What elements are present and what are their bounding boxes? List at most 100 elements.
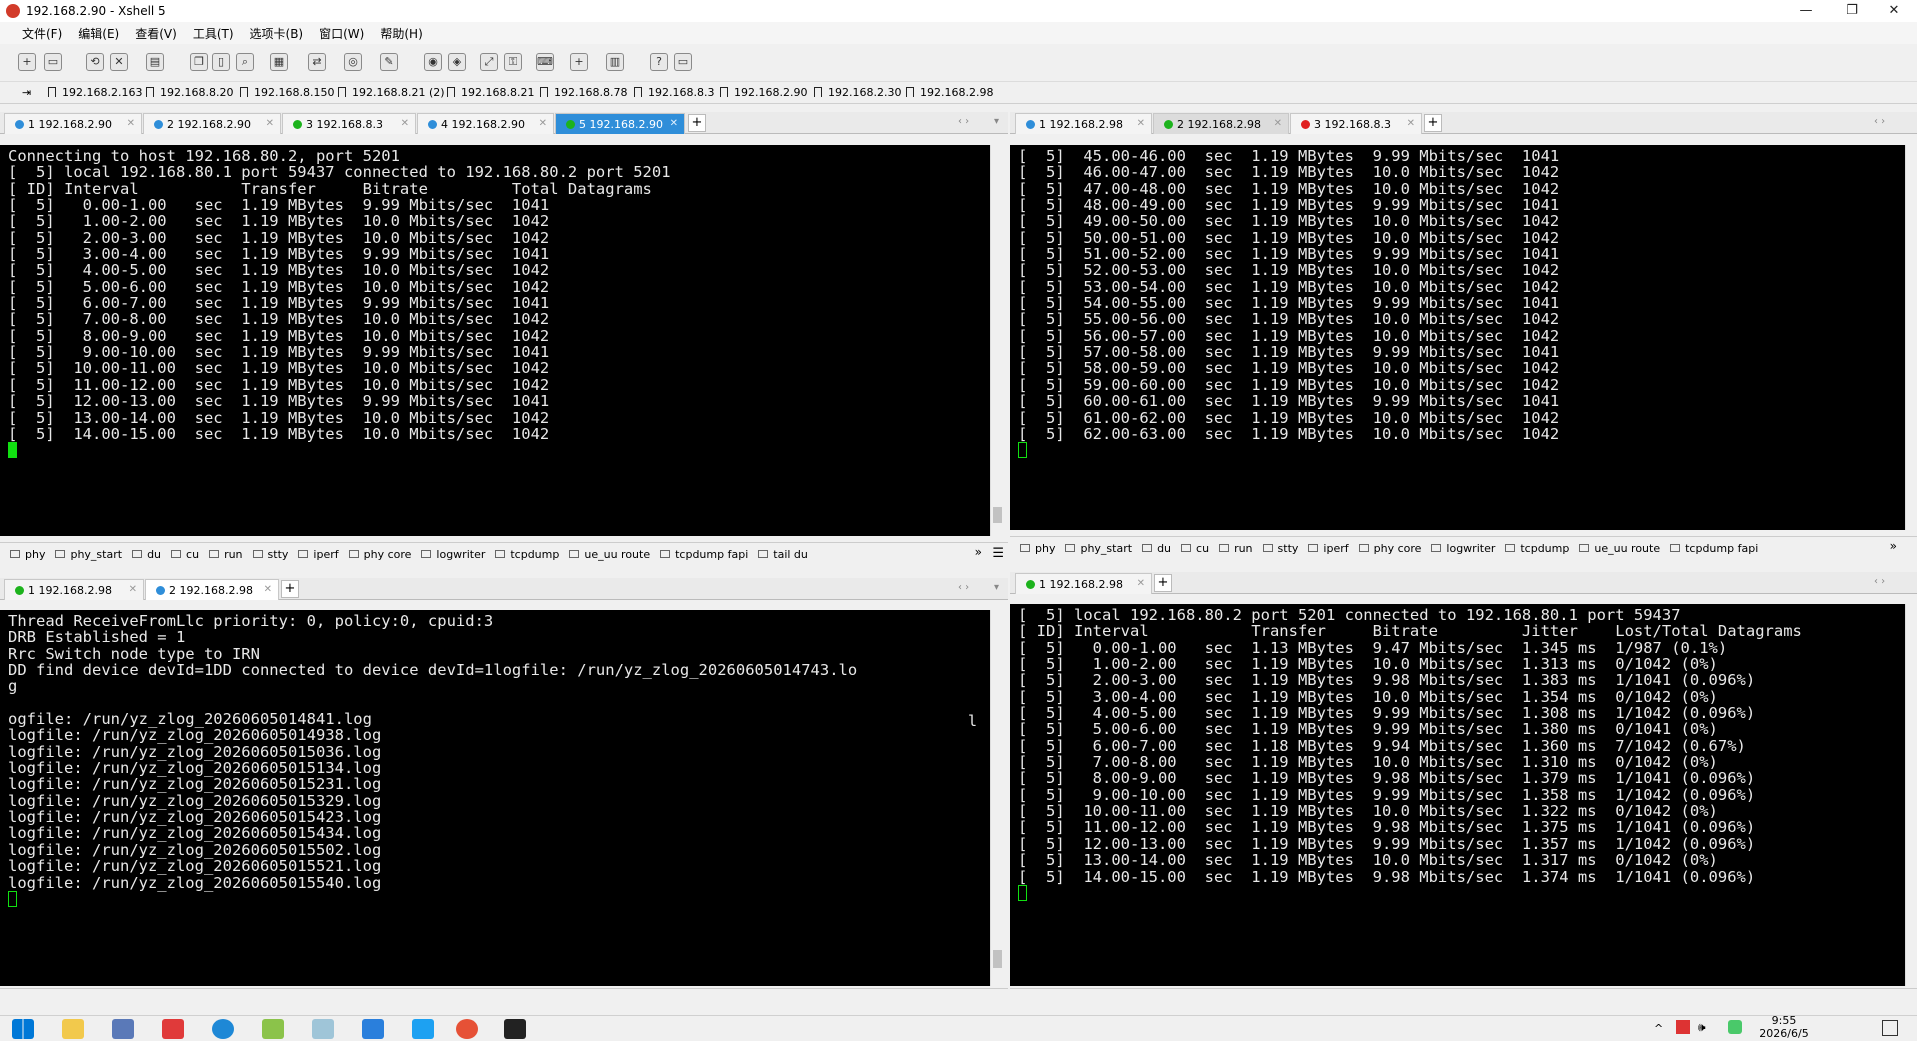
terminal-top-right[interactable]: [ 5] 45.00-46.00 sec 1.19 MBytes 9.99 Mb…	[1010, 145, 1905, 530]
quick-command-button[interactable]: du	[132, 548, 161, 561]
globe-icon[interactable]: ◎	[344, 53, 362, 71]
quick-command-button[interactable]: iperf	[1308, 542, 1349, 555]
tab-scroll-arrows-icon[interactable]: ‹ ›	[958, 582, 969, 593]
quick-command-button[interactable]: phy	[10, 548, 45, 561]
minimize-button[interactable]: —	[1783, 0, 1829, 22]
wechat-icon[interactable]	[1728, 1020, 1742, 1034]
tab-session[interactable]: 2 192.168.2.90 ✕	[143, 113, 281, 134]
tab-session[interactable]: 1 192.168.2.98 ✕	[4, 579, 144, 600]
tab-session-active[interactable]: 5 192.168.2.90 ✕	[555, 113, 685, 134]
menu-tabs[interactable]: 选项卡(B)	[242, 22, 312, 44]
help-icon[interactable]: ?	[650, 53, 668, 71]
menu-window[interactable]: 窗口(W)	[311, 22, 372, 44]
file-explorer-icon[interactable]	[62, 1019, 84, 1039]
menu-file[interactable]: 文件(F)	[14, 22, 70, 44]
link-item[interactable]: 192.168.2.98	[906, 86, 993, 99]
properties-icon[interactable]: ▤	[146, 53, 164, 71]
tab-session-active[interactable]: 1 192.168.2.98 ✕	[1015, 573, 1152, 594]
fullscreen-icon[interactable]: ⤢	[480, 53, 498, 71]
feishu-icon[interactable]	[362, 1019, 384, 1039]
network-app-icon[interactable]	[112, 1019, 134, 1039]
lock-icon[interactable]: ⚿	[504, 53, 522, 71]
quick-command-button[interactable]: logwriter	[421, 548, 485, 561]
link-item[interactable]: 192.168.8.150	[240, 86, 334, 99]
link-item[interactable]: 192.168.2.163	[48, 86, 142, 99]
scroll-thumb[interactable]	[993, 507, 1002, 523]
quick-command-button[interactable]: phy core	[1358, 542, 1421, 555]
quick-command-button[interactable]: phy_start	[55, 548, 122, 561]
copy-icon[interactable]: ❐	[190, 53, 208, 71]
quick-command-button[interactable]: phy_start	[1065, 542, 1132, 555]
tab-scroll-arrows-icon[interactable]: ‹ ›	[1874, 116, 1885, 127]
tab-session-active[interactable]: 2 192.168.2.98 ✕	[145, 579, 279, 600]
clock-time[interactable]: 9:55	[1754, 1014, 1814, 1027]
quick-command-button[interactable]: ue_uu route	[569, 548, 650, 561]
add-tab-button[interactable]: +	[281, 580, 299, 598]
windows-start-icon[interactable]	[12, 1019, 34, 1039]
quick-command-button[interactable]: tcpdump fapi	[1670, 542, 1758, 555]
link-item[interactable]: 192.168.2.30	[814, 86, 901, 99]
link-item[interactable]: 192.168.8.21 (2)	[338, 86, 445, 99]
hamburger-menu-icon[interactable]: ☰	[992, 546, 1004, 561]
add-tab-button[interactable]: +	[688, 114, 706, 132]
xftp-icon[interactable]: ◉	[424, 53, 442, 71]
quick-command-button[interactable]: logwriter	[1431, 542, 1495, 555]
terminal-bottom-left[interactable]: Thread ReceiveFromLlc priority: 0, polic…	[0, 610, 990, 986]
edge-icon[interactable]	[212, 1019, 234, 1039]
connect-icon[interactable]: ⟲	[86, 53, 104, 71]
close-tab-icon[interactable]: ✕	[1137, 118, 1145, 129]
terminal-top-left[interactable]: Connecting to host 192.168.80.2, port 52…	[0, 145, 990, 536]
close-tab-icon[interactable]: ✕	[127, 118, 135, 129]
quick-command-button[interactable]: tcpdump fapi	[660, 548, 748, 561]
quick-command-button[interactable]: tcpdump	[495, 548, 559, 561]
script-icon[interactable]: ✎	[380, 53, 398, 71]
tab-scroll-arrows-icon[interactable]: ‹ ›	[958, 116, 969, 127]
scrollbar-bottom-left[interactable]	[990, 610, 1004, 986]
notification-icon[interactable]	[1882, 1020, 1898, 1036]
close-tab-icon[interactable]: ✕	[129, 584, 137, 595]
clock-date[interactable]: 2026/6/5	[1754, 1027, 1814, 1040]
chat-icon[interactable]: ▭	[674, 53, 692, 71]
close-button[interactable]: ✕	[1871, 0, 1917, 22]
tab-session[interactable]: 4 192.168.2.90 ✕	[417, 113, 554, 134]
terminal-taskbar-icon[interactable]	[504, 1019, 526, 1039]
tab-session[interactable]: 1 192.168.2.98 ✕	[1015, 113, 1152, 134]
close-tab-icon[interactable]: ✕	[1137, 578, 1145, 589]
layout-icon[interactable]: ▥	[606, 53, 624, 71]
close-tab-icon[interactable]: ✕	[1274, 118, 1282, 129]
close-tab-icon[interactable]: ✕	[670, 118, 678, 129]
quick-command-button[interactable]: cu	[171, 548, 199, 561]
quick-command-button[interactable]: run	[1219, 542, 1253, 555]
link-item[interactable]: 192.168.8.3	[634, 86, 714, 99]
terminal-bottom-right[interactable]: [ 5] local 192.168.80.2 port 5201 connec…	[1010, 604, 1905, 986]
scrollbar-bottom-right[interactable]	[1905, 604, 1917, 986]
transfer-icon[interactable]: ⇄	[308, 53, 326, 71]
maximize-button[interactable]: ❐	[1829, 0, 1875, 22]
xshell-taskbar-icon[interactable]	[456, 1019, 478, 1039]
quick-command-button[interactable]: phy core	[348, 548, 411, 561]
quick-command-button[interactable]: stty	[1262, 542, 1298, 555]
wps-icon[interactable]	[162, 1019, 184, 1039]
quick-command-button[interactable]: tcpdump	[1505, 542, 1569, 555]
tab-scroll-arrows-icon[interactable]: ‹ ›	[1874, 576, 1885, 587]
add-tab-icon[interactable]: +	[570, 53, 588, 71]
quick-command-button[interactable]: tail du	[758, 548, 808, 561]
quick-command-button[interactable]: phy	[1020, 542, 1055, 555]
close-tab-icon[interactable]: ✕	[1407, 118, 1415, 129]
quick-command-button[interactable]: stty	[252, 548, 288, 561]
more-commands-icon[interactable]: »	[975, 545, 982, 559]
link-item[interactable]: 192.168.8.21	[447, 86, 534, 99]
close-tab-icon[interactable]: ✕	[266, 118, 274, 129]
quick-command-button[interactable]: ue_uu route	[1579, 542, 1660, 555]
tab-session[interactable]: 3 192.168.8.3 ✕	[282, 113, 416, 134]
add-tab-button[interactable]: +	[1424, 114, 1442, 132]
link-item[interactable]: 192.168.2.90	[720, 86, 807, 99]
find-icon[interactable]: ⌕	[236, 53, 254, 71]
close-tab-icon[interactable]: ✕	[264, 584, 272, 595]
volume-icon[interactable]: 🕪	[1698, 1020, 1706, 1035]
tray-up-arrow-icon[interactable]: ^	[1654, 1022, 1663, 1035]
menu-edit[interactable]: 编辑(E)	[70, 22, 127, 44]
quick-command-button[interactable]: cu	[1181, 542, 1209, 555]
xmanager-icon[interactable]: ◈	[448, 53, 466, 71]
menu-tools[interactable]: 工具(T)	[185, 22, 242, 44]
